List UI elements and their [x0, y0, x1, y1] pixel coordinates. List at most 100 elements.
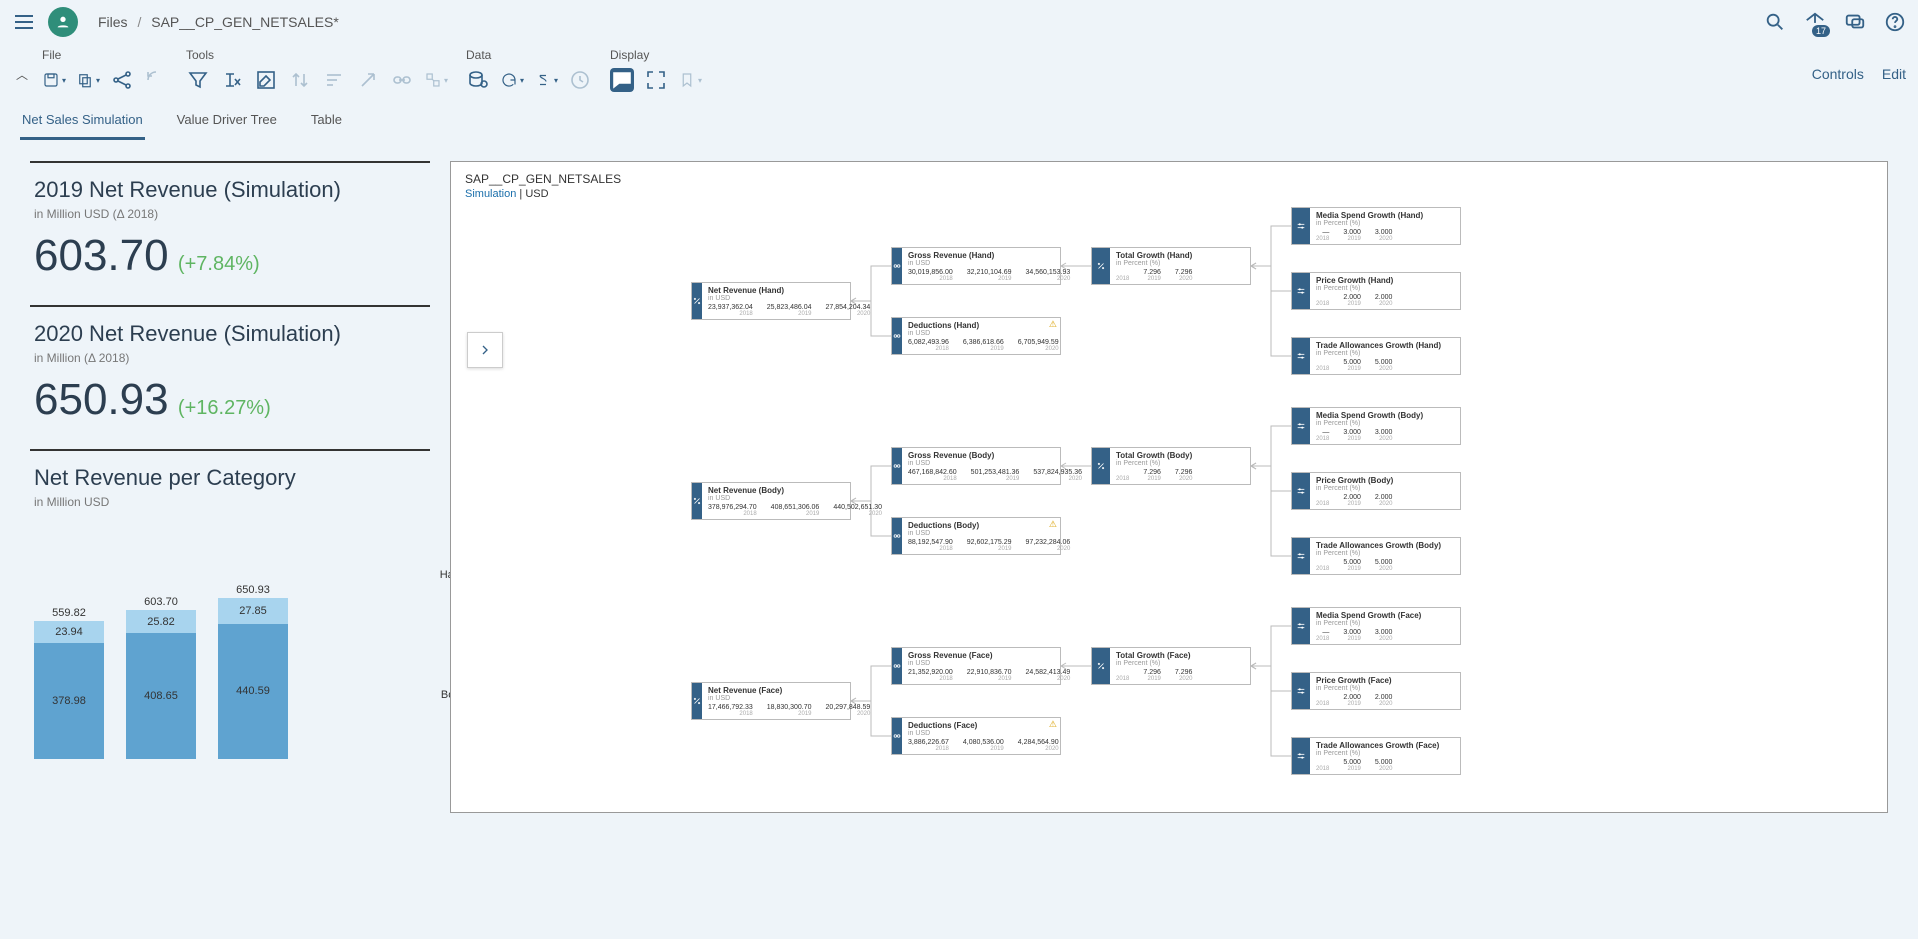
- vdt-node[interactable]: Media Spend Growth (Face)in Percent (%)—…: [1291, 607, 1461, 645]
- node-unit: in Percent (%): [1316, 550, 1454, 557]
- workspace: 2019 Net Revenue (Simulation) in Million…: [0, 141, 1918, 833]
- chart-area: 559.8223.94378.98 603.7025.82408.65 650.93…: [34, 529, 426, 789]
- refresh-data-icon[interactable]: ▾: [500, 68, 524, 92]
- notifications-icon[interactable]: 17: [1804, 11, 1826, 33]
- ribbon-label-data: Data: [466, 48, 592, 62]
- breadcrumb-root[interactable]: Files: [98, 14, 128, 30]
- tab-table[interactable]: Table: [309, 106, 344, 140]
- vdt-node[interactable]: Gross Revenue (Body)in USD467,168,842.60…: [891, 447, 1061, 485]
- vdt-node[interactable]: Price Growth (Body)in Percent (%) 20182.…: [1291, 472, 1461, 510]
- vdt-node[interactable]: Trade Allowances Growth (Body)in Percent…: [1291, 537, 1461, 575]
- node-type-icon: [1292, 208, 1310, 244]
- node-type-icon: [1292, 673, 1310, 709]
- avatar[interactable]: [48, 7, 78, 37]
- node-type-icon: [1292, 338, 1310, 374]
- ribbon-group-display: Display ▾: [610, 48, 720, 92]
- node-type-icon: [1292, 408, 1310, 444]
- node-type-icon: [692, 483, 702, 519]
- node-values: 17,466,792.33201818,830,300.70201920,297…: [708, 704, 870, 717]
- cross-calc-icon: ▾: [424, 68, 448, 92]
- menu-icon[interactable]: [12, 10, 36, 34]
- tabs: Net Sales Simulation Value Driver Tree T…: [0, 100, 1918, 141]
- node-unit: in Percent (%): [1316, 350, 1454, 357]
- help-icon[interactable]: [1884, 11, 1906, 33]
- ribbon-label-display: Display: [610, 48, 702, 62]
- edit-link[interactable]: Edit: [1882, 66, 1906, 82]
- vdt-node[interactable]: ⚠Deductions (Hand)in USD6,082,493.962018…: [891, 317, 1061, 355]
- node-title: Net Revenue (Face): [708, 686, 870, 695]
- node-type-icon: [892, 718, 902, 754]
- copy-icon[interactable]: ▾: [76, 68, 100, 92]
- bar-2018[interactable]: 559.8223.94378.98: [34, 607, 104, 760]
- tree-expand-button[interactable]: [467, 332, 503, 368]
- node-title: Gross Revenue (Hand): [908, 251, 1070, 260]
- node-type-icon: [692, 683, 702, 719]
- fullscreen-icon[interactable]: [644, 68, 668, 92]
- node-values: 88,192,547.90201892,602,175.29201997,232…: [908, 539, 1070, 552]
- node-unit: in Percent (%): [1316, 750, 1454, 757]
- formula-icon[interactable]: [220, 68, 244, 92]
- tab-net-sales-simulation[interactable]: Net Sales Simulation: [20, 106, 145, 140]
- top-bar: Files / SAP__CP_GEN_NETSALES* 17: [0, 0, 1918, 44]
- edit-prompts-icon[interactable]: ▾: [534, 68, 558, 92]
- vdt-node[interactable]: Trade Allowances Growth (Face)in Percent…: [1291, 737, 1461, 775]
- data-source-icon[interactable]: [466, 68, 490, 92]
- node-unit: in Percent (%): [1316, 420, 1454, 427]
- vdt-node[interactable]: Gross Revenue (Hand)in USD30,019,856.002…: [891, 247, 1061, 285]
- vdt-node[interactable]: Net Revenue (Hand)in USD23,937,362.04201…: [691, 282, 851, 320]
- node-title: Total Growth (Face): [1116, 651, 1244, 660]
- kpi-2020-subtitle: in Million (Δ 2018): [34, 351, 426, 365]
- chart-block: Net Revenue per Category in Million USD …: [30, 449, 430, 813]
- vdt-node[interactable]: Total Growth (Hand)in Percent (%) 20187.…: [1091, 247, 1251, 285]
- node-title: Trade Allowances Growth (Face): [1316, 741, 1454, 750]
- vdt-node[interactable]: ⚠Deductions (Body)in USD88,192,547.90201…: [891, 517, 1061, 555]
- filter-icon[interactable]: [186, 68, 210, 92]
- warning-icon: ⚠: [1049, 719, 1057, 730]
- vdt-simulation-link[interactable]: Simulation: [465, 188, 516, 200]
- node-unit: in Percent (%): [1316, 620, 1454, 627]
- search-icon[interactable]: [1764, 11, 1786, 33]
- node-values: 20185.00020195.0002020: [1316, 559, 1454, 572]
- chat-icon[interactable]: [1844, 11, 1866, 33]
- node-title: Price Growth (Body): [1316, 476, 1454, 485]
- node-title: Media Spend Growth (Body): [1316, 411, 1454, 420]
- comments-icon[interactable]: [610, 68, 634, 92]
- save-icon[interactable]: ▾: [42, 68, 66, 92]
- vdt-node[interactable]: Trade Allowances Growth (Hand)in Percent…: [1291, 337, 1461, 375]
- vdt-node[interactable]: Total Growth (Face)in Percent (%) 20187.…: [1091, 647, 1251, 685]
- share-icon[interactable]: [110, 68, 134, 92]
- collapse-ribbon-icon[interactable]: ︿: [12, 48, 32, 83]
- edit-icon[interactable]: [254, 68, 278, 92]
- node-type-icon: [1092, 648, 1110, 684]
- node-values: 23,937,362.04201825,823,486.04201927,854…: [708, 304, 870, 317]
- vdt-node[interactable]: Price Growth (Hand)in Percent (%) 20182.…: [1291, 272, 1461, 310]
- kpi-2019: 2019 Net Revenue (Simulation) in Million…: [30, 161, 430, 305]
- vdt-node[interactable]: Net Revenue (Body)in USD378,976,294.7020…: [691, 482, 851, 520]
- vdt-node[interactable]: Media Spend Growth (Body)in Percent (%)—…: [1291, 407, 1461, 445]
- node-type-icon: [892, 318, 902, 354]
- controls-link[interactable]: Controls: [1812, 66, 1864, 82]
- ribbon-label-tools: Tools: [186, 48, 448, 62]
- notifications-badge: 17: [1812, 25, 1830, 37]
- bar-2019[interactable]: 603.7025.82408.65: [126, 596, 196, 759]
- node-title: Media Spend Growth (Face): [1316, 611, 1454, 620]
- kpi-2019-subtitle: in Million USD (Δ 2018): [34, 207, 426, 221]
- vdt-node[interactable]: Net Revenue (Face)in USD17,466,792.33201…: [691, 682, 851, 720]
- bookmark-icon: ▾: [678, 68, 702, 92]
- node-values: 20185.00020195.0002020: [1316, 759, 1454, 772]
- vdt-node[interactable]: Media Spend Growth (Hand)in Percent (%)—…: [1291, 207, 1461, 245]
- node-title: Gross Revenue (Face): [908, 651, 1070, 660]
- vdt-node[interactable]: Price Growth (Face)in Percent (%) 20182.…: [1291, 672, 1461, 710]
- vdt-node[interactable]: Gross Revenue (Face)in USD21,352,920.002…: [891, 647, 1061, 685]
- bar-2020[interactable]: 650.9327.85440.59: [218, 584, 288, 759]
- refresh-icon: [144, 68, 168, 92]
- node-type-icon: [892, 518, 902, 554]
- node-title: Price Growth (Hand): [1316, 276, 1454, 285]
- bar-seg-body: 440.59: [218, 624, 288, 759]
- vdt-node[interactable]: ⚠Deductions (Face)in USD3,886,226.672018…: [891, 717, 1061, 755]
- node-title: Price Growth (Face): [1316, 676, 1454, 685]
- tab-value-driver-tree[interactable]: Value Driver Tree: [175, 106, 279, 140]
- kpi-2020-delta: (+16.27%): [178, 397, 271, 419]
- node-type-icon: [892, 648, 902, 684]
- vdt-node[interactable]: Total Growth (Body)in Percent (%) 20187.…: [1091, 447, 1251, 485]
